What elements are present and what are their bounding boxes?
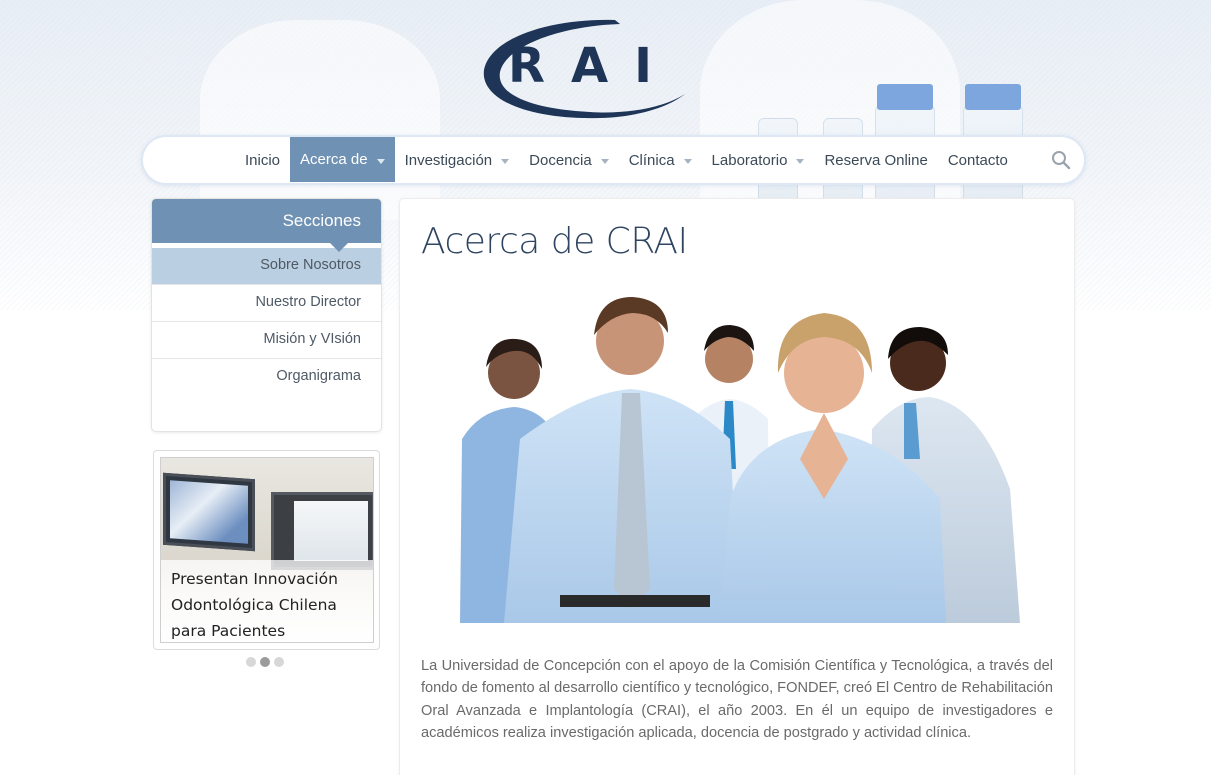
- page-title: Acerca de CRAI: [421, 221, 688, 262]
- chevron-down-icon: [501, 159, 510, 164]
- nav-item-label: Investigación: [404, 151, 493, 169]
- slider-dot-3[interactable]: [274, 657, 284, 667]
- main-content: Acerca de CRAI La Universidad de Concepc…: [400, 199, 1074, 775]
- sections-sidebar: Secciones Sobre Nosotros Nuestro Directo…: [152, 199, 381, 431]
- chevron-down-icon: [376, 158, 385, 164]
- scanner-image: [271, 492, 373, 570]
- nav-item-label: Docencia: [529, 151, 592, 169]
- nav-item-reserva-online[interactable]: Reserva Online: [814, 137, 937, 183]
- nav-item-laboratorio[interactable]: Laboratorio: [702, 137, 815, 183]
- chevron-down-icon: [600, 159, 609, 164]
- team-photo: [420, 289, 1054, 623]
- nav-item-label: Inicio: [245, 151, 281, 169]
- sidebar-item-mision-vision[interactable]: Misión y VIsión: [152, 322, 381, 359]
- sidebar-title: Secciones: [152, 199, 381, 252]
- sidebar-item-sobre-nosotros[interactable]: Sobre Nosotros: [152, 248, 381, 285]
- nav-item-inicio[interactable]: Inicio: [235, 137, 290, 183]
- crai-logo[interactable]: RAI: [480, 14, 750, 124]
- news-slider: Presentan Innovación Odontológica Chilen…: [153, 450, 380, 650]
- slider-dots: [246, 657, 284, 667]
- nav-item-label: Clínica: [628, 151, 675, 169]
- logo-text: RAI: [508, 38, 678, 94]
- slider-dot-1[interactable]: [246, 657, 256, 667]
- chevron-down-icon: [796, 159, 805, 164]
- search-icon[interactable]: [1050, 149, 1072, 171]
- nav-item-clinica[interactable]: Clínica: [619, 137, 702, 183]
- chevron-down-icon: [683, 159, 692, 164]
- nav-item-label: Acerca de: [300, 151, 368, 168]
- monitor-image: [163, 472, 255, 552]
- news-slide[interactable]: Presentan Innovación Odontológica Chilen…: [160, 457, 374, 643]
- nav-item-label: Reserva Online: [824, 151, 928, 169]
- nav-item-docencia[interactable]: Docencia: [519, 137, 619, 183]
- nav-item-investigacion[interactable]: Investigación: [395, 137, 520, 183]
- nav-item-acerca-de[interactable]: Acerca de: [290, 137, 395, 182]
- nav-item-contacto[interactable]: Contacto: [938, 137, 1018, 183]
- slider-dot-2[interactable]: [260, 657, 270, 667]
- nav-item-label: Contacto: [947, 151, 1008, 169]
- sidebar-item-organigrama[interactable]: Organigrama: [152, 359, 381, 396]
- main-navigation: Inicio Acerca de Investigación Docencia …: [143, 137, 1084, 183]
- nav-item-label: Laboratorio: [711, 151, 788, 169]
- news-caption[interactable]: Presentan Innovación Odontológica Chilen…: [161, 560, 373, 642]
- crai-logo-icon: RAI: [483, 19, 685, 119]
- sidebar-item-nuestro-director[interactable]: Nuestro Director: [152, 285, 381, 322]
- about-paragraph: La Universidad de Concepción con el apoy…: [421, 658, 1053, 741]
